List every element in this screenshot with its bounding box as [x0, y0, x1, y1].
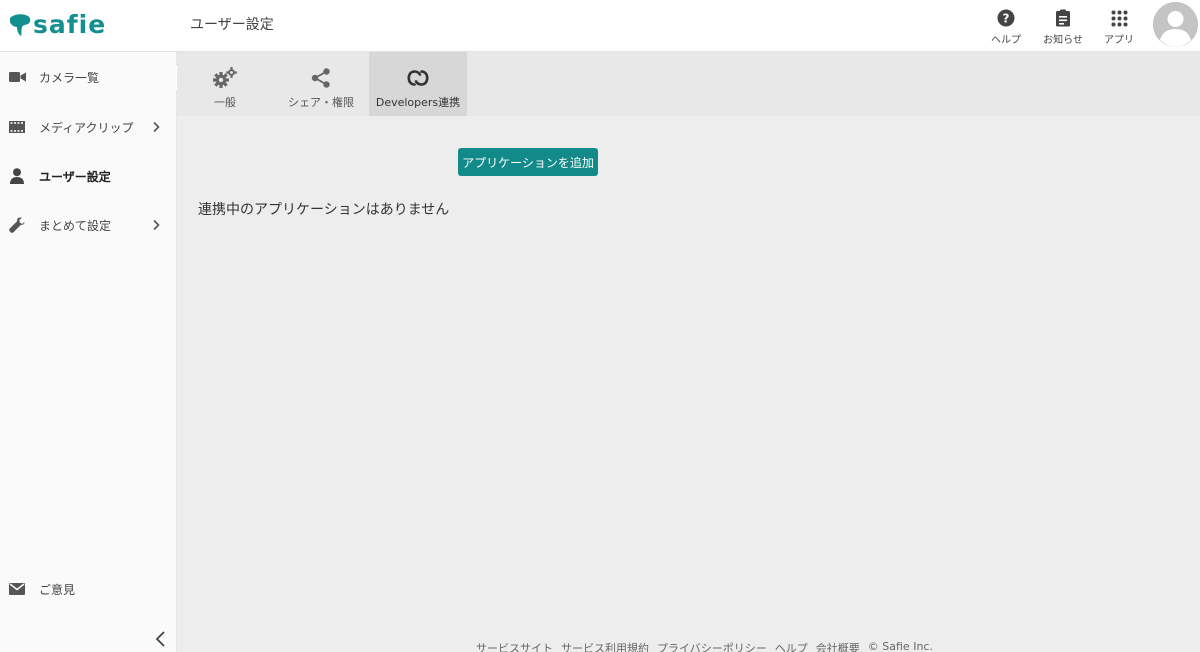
chevron-right-icon [153, 121, 160, 133]
footer-link-help[interactable]: ヘルプ [775, 640, 808, 652]
user-icon [8, 167, 26, 185]
notifications-button[interactable]: お知らせ [1038, 8, 1088, 48]
clipboard-icon [1053, 8, 1073, 28]
tab-label: 一般 [214, 96, 236, 109]
svg-text:?: ? [1003, 12, 1010, 26]
sidebar-item-bulk-settings[interactable]: まとめて設定 [0, 205, 177, 245]
user-avatar[interactable] [1153, 2, 1198, 47]
collapse-sidebar-chevron-left-icon[interactable] [153, 630, 169, 648]
empty-state-message: 連携中のアプリケーションはありません [198, 202, 450, 218]
share-icon [309, 66, 333, 90]
tab-general[interactable]: 一般 [177, 52, 273, 116]
wrench-icon [8, 216, 26, 234]
sidebar-item-label: ユーザー設定 [39, 169, 111, 184]
apps-grid-icon [1109, 8, 1129, 28]
feedback-label: ご意見 [39, 582, 76, 597]
add-application-button[interactable]: アプリケーションを追加 [458, 148, 598, 176]
chevron-right-icon [153, 219, 160, 231]
link-icon [406, 66, 430, 90]
notifications-label: お知らせ [1043, 35, 1083, 46]
film-icon [8, 118, 26, 136]
envelope-icon [8, 580, 26, 598]
footer: サービスサイト サービス利用規約 プライバシーポリシー ヘルプ 会社概要 © S… [476, 640, 933, 652]
sidebar: カメラ一覧 メディアクリップ ユーザー設定 まとめて設定 ご意見 [0, 52, 177, 652]
footer-link-service-site[interactable]: サービスサイト [476, 640, 553, 652]
gears-icon [213, 66, 237, 90]
sidebar-item-feedback[interactable]: ご意見 [0, 569, 177, 609]
sidebar-item-camera-list[interactable]: カメラ一覧 [0, 57, 177, 97]
tab-label: シェア・権限 [288, 96, 354, 109]
sidebar-item-media-clip[interactable]: メディアクリップ [0, 107, 177, 147]
sidebar-item-label: メディアクリップ [39, 120, 134, 135]
default-avatar-icon [1153, 2, 1198, 47]
top-header: safie ユーザー設定 ? ヘルプ お知らせ アプリ [0, 0, 1200, 52]
apps-label: アプリ [1104, 35, 1134, 46]
help-label: ヘルプ [991, 35, 1021, 46]
footer-link-terms[interactable]: サービス利用規約 [561, 640, 649, 652]
copyright: © Safie Inc. [867, 640, 933, 652]
apps-button[interactable]: アプリ [1094, 8, 1144, 48]
settings-tabs: 一般 シェア・権限 Developers連携 [177, 52, 1200, 116]
sidebar-item-user-settings[interactable]: ユーザー設定 [0, 156, 177, 196]
logo-text: safie [33, 10, 107, 39]
tab-label: Developers連携 [375, 96, 461, 109]
sidebar-item-label: カメラ一覧 [39, 70, 100, 85]
help-button[interactable]: ? ヘルプ [981, 8, 1031, 48]
help-circle-icon: ? [996, 8, 1016, 28]
safie-logo[interactable]: safie [8, 10, 106, 40]
tab-developers[interactable]: Developers連携 [369, 52, 467, 116]
sidebar-item-label: まとめて設定 [39, 218, 112, 233]
page-title: ユーザー設定 [190, 17, 274, 33]
footer-link-company[interactable]: 会社概要 [816, 640, 860, 652]
tab-share-permissions[interactable]: シェア・権限 [273, 52, 369, 116]
safie-logo-mark-icon [10, 14, 31, 36]
footer-link-privacy-policy[interactable]: プライバシーポリシー [657, 640, 767, 652]
video-camera-icon [8, 68, 26, 86]
